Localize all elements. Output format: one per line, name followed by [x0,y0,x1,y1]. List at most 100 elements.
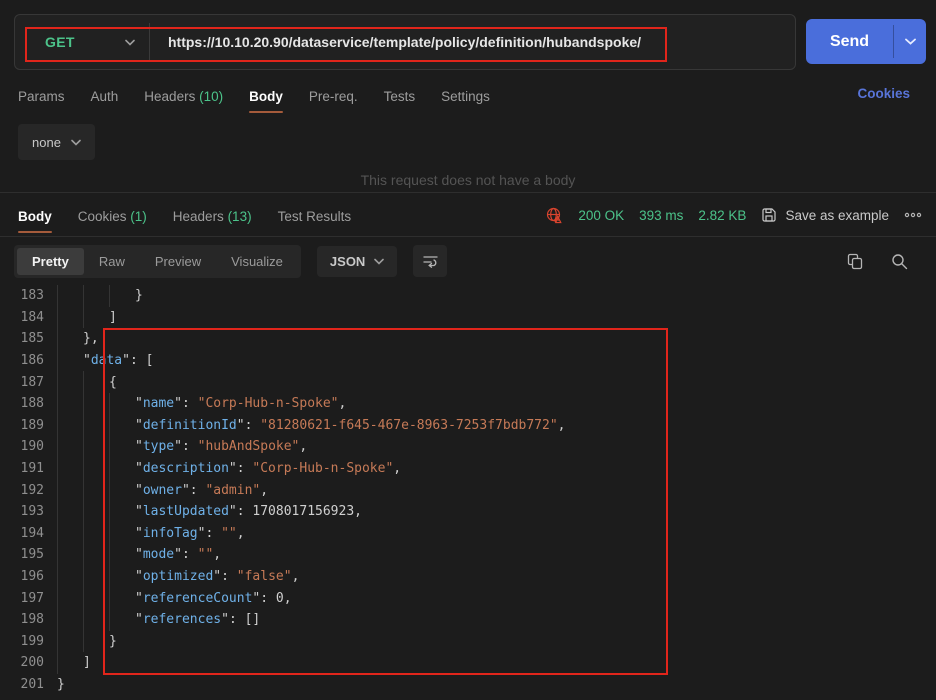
indent-guide [57,523,83,545]
indent-guide [83,371,109,393]
status-code: 200 OK [578,208,624,223]
line-number: 197 [0,591,44,606]
cookies-link[interactable]: Cookies [857,86,910,101]
search-icon[interactable] [891,253,908,270]
indent-guide [57,307,83,329]
code-line: 199} [0,631,936,653]
response-view-toolbar: PrettyRawPreviewVisualize JSON [14,244,922,278]
indent-guide [57,544,83,566]
tab-pre-req-[interactable]: Pre-req. [309,89,358,104]
tab-tests[interactable]: Tests [384,89,416,104]
send-label[interactable]: Send [806,19,893,64]
save-as-example-label: Save as example [785,208,889,223]
indent-guide [57,609,83,631]
line-number: 201 [0,677,44,692]
line-number: 196 [0,569,44,584]
indent-guide [109,523,135,545]
code-line: 191"description": "Corp-Hub-n-Spoke", [0,458,936,480]
response-tabs: Body Cookies (1) Headers (13) Test Results [18,200,351,232]
code-line: 193"lastUpdated": 1708017156923, [0,501,936,523]
indent-guide [83,587,109,609]
indent-guide [109,436,135,458]
code-line: 201} [0,674,936,696]
indent-guide [109,479,135,501]
tab-params[interactable]: Params [18,89,65,104]
line-number: 192 [0,483,44,498]
line-number: 190 [0,439,44,454]
globe-warning-icon[interactable] [544,207,563,224]
chevron-down-icon [374,258,384,265]
code-line: 200] [0,652,936,674]
code-line: 187{ [0,371,936,393]
indent-guide [109,587,135,609]
indent-guide [83,458,109,480]
more-actions-button[interactable] [904,212,922,218]
wrap-text-button[interactable] [413,245,447,277]
tab-headers[interactable]: Headers (13) [173,209,252,224]
indent-guide [109,393,135,415]
view-tab-pretty[interactable]: Pretty [17,248,84,275]
view-tab-visualize[interactable]: Visualize [216,248,298,275]
method-url-divider [149,23,150,61]
send-button[interactable]: Send [806,19,926,64]
view-mode-tabs: PrettyRawPreviewVisualize [14,245,301,278]
indent-guide [57,587,83,609]
empty-body-message: This request does not have a body [0,172,936,188]
line-number: 184 [0,310,44,325]
method-label: GET [45,34,75,50]
indent-guide [57,285,83,307]
request-url-bar: GET https://10.10.20.90/dataservice/temp… [14,14,796,70]
tab-body[interactable]: Body [249,89,283,104]
line-number: 187 [0,375,44,390]
indent-guide [57,436,83,458]
code-line: 194"infoTag": "", [0,523,936,545]
indent-guide [57,501,83,523]
tab-headers[interactable]: Headers (10) [144,89,223,104]
code-line: 195"mode": "", [0,544,936,566]
method-select[interactable]: GET [15,34,149,50]
request-tabs: Params Auth Headers (10) Body Pre-req. Tests S… [18,80,490,112]
indent-guide [83,609,109,631]
code-line: 192"owner": "admin", [0,479,936,501]
indent-guide [109,609,135,631]
tab-settings[interactable]: Settings [441,89,490,104]
tab-test-results[interactable]: Test Results [278,209,352,224]
url-input[interactable]: https://10.10.20.90/dataservice/template… [168,34,641,50]
format-select[interactable]: JSON [317,246,397,277]
indent-guide [57,652,83,674]
tab-auth[interactable]: Auth [91,89,119,104]
indent-guide [83,415,109,437]
section-divider [0,236,936,237]
indent-guide [57,458,83,480]
line-number: 185 [0,331,44,346]
view-tab-raw[interactable]: Raw [84,248,140,275]
tab-body[interactable]: Body [18,209,52,224]
indent-guide [57,415,83,437]
line-number: 188 [0,396,44,411]
indent-guide [109,544,135,566]
indent-guide [83,285,109,307]
send-options-button[interactable] [894,19,926,64]
code-line: 189"definitionId": "81280621-f645-467e-8… [0,415,936,437]
line-number: 195 [0,547,44,562]
chevron-down-icon [71,139,81,146]
line-number: 193 [0,504,44,519]
indent-guide [109,566,135,588]
line-number: 186 [0,353,44,368]
copy-icon[interactable] [847,253,863,270]
view-tab-preview[interactable]: Preview [140,248,216,275]
line-number: 189 [0,418,44,433]
body-type-label: none [32,135,61,150]
code-line: 188"name": "Corp-Hub-n-Spoke", [0,393,936,415]
code-line: 190"type": "hubAndSpoke", [0,436,936,458]
indent-guide [57,631,83,653]
indent-guide [83,544,109,566]
indent-guide [83,307,109,329]
indent-guide [57,371,83,393]
code-line: 196"optimized": "false", [0,566,936,588]
indent-guide [109,501,135,523]
tab-cookies[interactable]: Cookies (1) [78,209,147,224]
save-as-example-button[interactable]: Save as example [761,207,889,223]
format-label: JSON [330,254,365,269]
body-type-select[interactable]: none [18,124,95,160]
